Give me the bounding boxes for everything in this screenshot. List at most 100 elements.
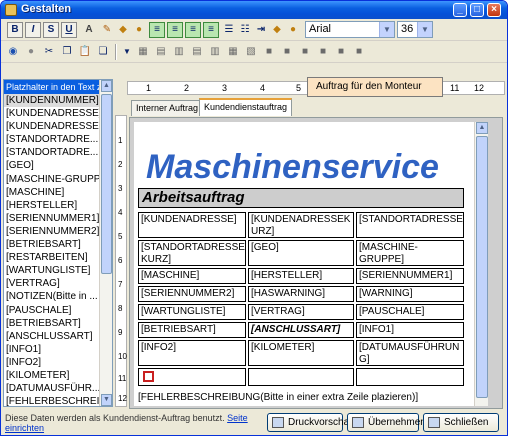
- print-preview-button[interactable]: Druckvorschau: [267, 413, 355, 432]
- bold-button[interactable]: B: [7, 22, 23, 38]
- list-item[interactable]: [DATUMAUSFÜHR...: [4, 382, 100, 395]
- paste-special-icon[interactable]: ❏: [95, 44, 111, 60]
- document-scrollbar[interactable]: ▲: [474, 122, 488, 406]
- list-item[interactable]: [SERIENNUMMER1]: [4, 212, 100, 225]
- chevron-down-icon[interactable]: ▼: [417, 22, 432, 37]
- list-item[interactable]: [STANDORTADRE...: [4, 146, 100, 159]
- align-right-icon[interactable]: ≡: [185, 22, 201, 38]
- table-props-icon[interactable]: ■: [351, 44, 367, 60]
- list-item[interactable]: [NOTIZEN(Bitte in ...: [4, 290, 100, 303]
- record-icon[interactable]: ●: [23, 44, 39, 60]
- table-cell[interactable]: [SERIENNUMMER2]: [138, 286, 246, 302]
- table-cell[interactable]: [KILOMETER]: [248, 340, 354, 366]
- list-item[interactable]: [KILOMETER]: [4, 369, 100, 382]
- chevron-down-icon[interactable]: ▼: [379, 22, 394, 37]
- align-center-icon[interactable]: ≡: [167, 22, 183, 38]
- table-insert-col-icon[interactable]: ▥: [171, 44, 187, 60]
- italic-button[interactable]: I: [25, 22, 41, 38]
- table-cell[interactable]: [248, 368, 354, 386]
- table-cell[interactable]: [PAUSCHALE]: [356, 304, 464, 320]
- table-cell[interactable]: [INFO2]: [138, 340, 246, 366]
- table-cell[interactable]: [DATUMAUSFÜHRUN G]: [356, 340, 464, 366]
- list-item[interactable]: [VERTRAG]: [4, 277, 100, 290]
- list-item[interactable]: [BETRIEBSART]: [4, 317, 100, 330]
- list-item[interactable]: [STANDORTADRE...: [4, 133, 100, 146]
- table-cell[interactable]: [SERIENNUMMER1]: [356, 268, 464, 284]
- list-item[interactable]: [KUNDENNUMMER]: [4, 94, 100, 108]
- table-cell[interactable]: [BETRIEBSART]: [138, 322, 246, 338]
- document-title[interactable]: Maschinenservice: [146, 148, 439, 187]
- merge-cells-icon[interactable]: ▦: [225, 44, 241, 60]
- table-cell[interactable]: [MASCHINE-GRUPPE]: [356, 240, 464, 266]
- cell-width-icon[interactable]: ■: [315, 44, 331, 60]
- fehler-placeholder[interactable]: [FEHLERBESCHREIBUNG(Bitte in einer extra…: [138, 392, 418, 403]
- tab-interner-auftrag[interactable]: Interner Auftrag: [131, 100, 204, 116]
- table-cell[interactable]: [HASWARNING]: [248, 286, 354, 302]
- table-cell[interactable]: [HERSTELLER]: [248, 268, 354, 284]
- bullet-list-icon[interactable]: ☰: [221, 22, 237, 38]
- scroll-down-icon[interactable]: ▼: [101, 394, 112, 406]
- table-icon[interactable]: ▦: [135, 44, 151, 60]
- insert-icon[interactable]: ◉: [5, 44, 21, 60]
- paint-icon[interactable]: ◆: [115, 22, 131, 38]
- font-select[interactable]: Arial ▼: [305, 21, 395, 38]
- split-cells-icon[interactable]: ▧: [243, 44, 259, 60]
- table-cell[interactable]: [STANDORTADRESSE KURZ]: [138, 240, 246, 266]
- align-justify-icon[interactable]: ≡: [203, 22, 219, 38]
- list-item[interactable]: [ANSCHLUSSART]: [4, 330, 100, 343]
- highlight-icon[interactable]: ✎: [99, 22, 115, 38]
- list-item[interactable]: [FEHLERBESCHREI...: [4, 395, 100, 408]
- underline-button[interactable]: U: [61, 22, 77, 38]
- list-item[interactable]: [SERIENNUMMER2]: [4, 225, 100, 238]
- table-cell[interactable]: [WARTUNGLISTE]: [138, 304, 246, 320]
- scroll-up-icon[interactable]: ▲: [476, 122, 488, 134]
- font-size-select[interactable]: 36 ▼: [397, 21, 433, 38]
- placeholder-scrollbar[interactable]: ▲ ▼: [99, 80, 112, 406]
- table-insert-row-icon[interactable]: ▤: [153, 44, 169, 60]
- cell-height-icon[interactable]: ■: [333, 44, 349, 60]
- dropdown-icon[interactable]: ▼: [119, 44, 135, 60]
- list-item[interactable]: [PAUSCHALE]: [4, 304, 100, 317]
- table-delete-row-icon[interactable]: ▤: [189, 44, 205, 60]
- list-item[interactable]: [GEO]: [4, 159, 100, 172]
- align-left-icon[interactable]: ≡: [149, 22, 165, 38]
- list-item[interactable]: [INFO1]: [4, 343, 100, 356]
- table-cell[interactable]: [WARNING]: [356, 286, 464, 302]
- table-cell[interactable]: [ANSCHLUSSART]: [248, 322, 354, 338]
- document-page[interactable]: Maschinenservice Arbeitsauftrag [KUNDENA…: [134, 122, 488, 406]
- document-subtitle[interactable]: Arbeitsauftrag: [138, 188, 464, 208]
- cell-align-icon[interactable]: ■: [279, 44, 295, 60]
- close-button[interactable]: ×: [487, 3, 501, 17]
- paste-icon[interactable]: 📋: [77, 44, 93, 60]
- list-item[interactable]: [KUNDENADRESSE...: [4, 120, 100, 133]
- color-icon[interactable]: ◆: [269, 22, 285, 38]
- table-cell[interactable]: [VERTRAG]: [248, 304, 354, 320]
- list-item[interactable]: [MASCHINE]: [4, 186, 100, 199]
- table-cell[interactable]: [GEO]: [248, 240, 354, 266]
- numbered-list-icon[interactable]: ☷: [237, 22, 253, 38]
- list-item[interactable]: [MASCHINE-GRUPPE]: [4, 173, 100, 186]
- indent-icon[interactable]: ⇥: [253, 22, 269, 38]
- table-delete-col-icon[interactable]: ▥: [207, 44, 223, 60]
- table-cell[interactable]: [MASCHINE]: [138, 268, 246, 284]
- list-item[interactable]: [RESTARBEITEN]: [4, 251, 100, 264]
- cell-border-icon[interactable]: ■: [261, 44, 277, 60]
- list-item[interactable]: [WARTUNGLISTE]: [4, 264, 100, 277]
- scroll-thumb[interactable]: [476, 136, 488, 398]
- list-item[interactable]: [INFO2]: [4, 356, 100, 369]
- table-cell[interactable]: [KUNDENADRESSEK URZ]: [248, 212, 354, 238]
- table-cell[interactable]: [138, 368, 246, 386]
- list-item[interactable]: [BETRIEBSART]: [4, 238, 100, 251]
- list-item[interactable]: [HERSTELLER]: [4, 199, 100, 212]
- text-color-icon[interactable]: A: [81, 22, 97, 38]
- tab-kundendienstauftrag[interactable]: Kundendienstauftrag: [199, 98, 293, 116]
- apply-button[interactable]: Übernehmen: [347, 413, 426, 432]
- maximize-button[interactable]: □: [470, 3, 484, 17]
- close-dialog-button[interactable]: Schließen: [423, 413, 499, 432]
- scroll-thumb[interactable]: [101, 94, 112, 274]
- cell-shade-icon[interactable]: ■: [297, 44, 313, 60]
- shape-icon[interactable]: ●: [131, 22, 147, 38]
- table-cell[interactable]: [356, 368, 464, 386]
- table-cell[interactable]: [KUNDENADRESSE]: [138, 212, 246, 238]
- table-cell[interactable]: [INFO1]: [356, 322, 464, 338]
